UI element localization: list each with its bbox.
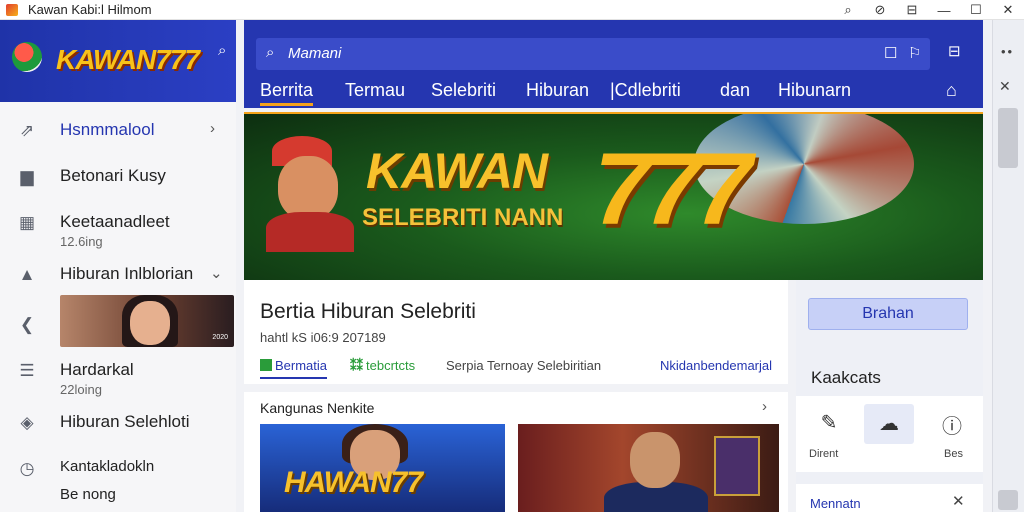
close-icon[interactable]: ✕ [999, 78, 1011, 95]
alert-icon: ▲ [18, 265, 36, 284]
chevron-right-icon: › [210, 120, 215, 137]
tab-celebriti[interactable]: |Cdlebriti [610, 80, 681, 101]
logo-ball-icon [12, 42, 42, 72]
panel-heading: Kaakcats [811, 368, 881, 387]
folder-icon: ▆ [20, 167, 34, 186]
sidebar-item-label: Hiburan Selehloti [60, 412, 190, 431]
banner-subtitle: SELEBRITI NANN [362, 204, 564, 231]
nav-tabs: Berrita Termau Selebriti Hiburan |Cdlebr… [244, 76, 983, 108]
app-icon [6, 3, 18, 16]
info-caption: Bes [944, 448, 963, 460]
card-person-face [630, 432, 680, 488]
tag-serpia[interactable]: Serpia Ternoay Selebiritian [446, 358, 601, 373]
cards-section: Kangunas Nenkite › HAWAN77 [244, 392, 788, 512]
sidebar-item-label: Hsnmmalool [60, 120, 155, 139]
scrollbar-thumb[interactable] [998, 490, 1018, 510]
thumbnail-face [130, 301, 170, 345]
close-icon[interactable]: ✕ [952, 492, 965, 510]
sidebar-item-label: Kantakladokln [60, 458, 155, 475]
sidebar-item-label: Hardarkal [60, 360, 134, 379]
tag-label: tebcrtcts [366, 358, 416, 373]
search-icon: ⌕ [266, 44, 275, 61]
right-scrollbar[interactable]: •• ✕ [992, 20, 1024, 512]
tab-hiburan[interactable]: Hiburan [526, 80, 589, 101]
compass-icon: ◈ [20, 413, 34, 432]
flag-icon[interactable]: ⚐ [908, 44, 921, 62]
arrow-left-icon: ❮ [19, 315, 35, 334]
trending-icon: ⇗ [19, 121, 35, 140]
logo-band: KAWAN777 ⌕ [0, 20, 236, 102]
tab-termau[interactable]: Termau [345, 80, 405, 101]
close-button[interactable]: ✕ [992, 2, 1024, 18]
tab-hibunarn[interactable]: Hibunarn [778, 80, 851, 101]
more-icon[interactable]: •• [1001, 44, 1014, 59]
brahan-button[interactable]: Brahan [808, 298, 968, 330]
chevron-down-icon: ⌄ [210, 265, 223, 282]
sidebar-item-label: Hiburan Inlblorian [60, 264, 194, 283]
main-content: ⌕ Mamani ☐ ⚐ ⊟ Berrita Termau Selebriti … [244, 20, 983, 512]
tag-trending[interactable]: ⁑⁑ tebcrtcts [350, 358, 415, 374]
cards-heading: Kangunas Nenkite [260, 400, 375, 416]
edit-icon[interactable]: ✎ [804, 410, 854, 435]
app-window: Kawan Kabi:l Hilmom ⌕ ⊘ ⊟ — ☐ ✕ KAWAN777… [0, 0, 1024, 512]
scrollbar-thumb[interactable] [998, 108, 1018, 168]
sidebar-item-label: Betonari Kusy [60, 166, 166, 185]
sidebar-thumbnail[interactable]: 2020 [60, 295, 234, 347]
hero-banner[interactable]: KAWAN SELEBRITI NANN 777 [244, 112, 983, 280]
keyboard-icon[interactable]: ⊟ [948, 42, 961, 60]
sidebar-item-sublabel: 12.6ing [60, 234, 103, 249]
jester-head [278, 156, 338, 220]
article-title[interactable]: Bertia Hiburan Selebriti [260, 300, 476, 324]
panel-icon-row: ✎ Dirent ☁ ⓘ Bes [796, 396, 983, 472]
search-icon[interactable]: ⌕ [832, 2, 864, 18]
minimize-button[interactable]: — [928, 3, 960, 18]
right-panel: Brahan Kaakcats ✎ Dirent ☁ ⓘ Bes Mennatn… [796, 280, 983, 512]
timer-icon: ◷ [19, 459, 35, 478]
article-card: Bertia Hiburan Selebriti hahtl kS i06:9 … [244, 280, 788, 384]
window-controls: ⌕ ⊘ ⊟ — ☐ ✕ [832, 0, 1024, 20]
tag-label: Bermatia [275, 358, 328, 373]
top-bar: ⌕ Mamani ☐ ⚐ ⊟ Berrita Termau Selebriti … [244, 20, 983, 108]
list-icon: ☰ [19, 361, 35, 380]
article-meta: hahtl kS i06:9 207189 [260, 330, 386, 345]
sidebar-item-sublabel: 22loing [60, 382, 102, 397]
sidebar-item-label: Keetaanadleet [60, 212, 170, 231]
search-input[interactable]: Mamani [288, 45, 341, 62]
edit-caption: Dirent [809, 448, 839, 460]
chevron-right-icon[interactable]: › [762, 398, 767, 415]
sidebar: KAWAN777 ⌕ ⇗ Hsnmmalool › ▆ Betonari Kus… [0, 20, 236, 512]
card-item[interactable]: HAWAN77 [260, 424, 505, 512]
keyboard-icon[interactable]: ⊟ [896, 2, 928, 18]
chat-icon[interactable]: ☁ [864, 404, 914, 444]
window-title: Kawan Kabi:l Hilmom [28, 2, 152, 17]
info-icon[interactable]: ⓘ [927, 410, 977, 439]
tag-bermatia[interactable]: Bermatia [260, 358, 328, 379]
tab-dan[interactable]: dan [720, 80, 750, 101]
sidebar-search-icon[interactable]: ⌕ [218, 42, 226, 59]
card-item[interactable] [518, 424, 779, 512]
square-icon[interactable]: ☐ [884, 44, 897, 62]
home-icon[interactable]: ⌂ [946, 80, 957, 101]
card-slot-machine [714, 436, 760, 496]
sidebar-item-sublabel: Be nong [60, 486, 116, 503]
tag-nkidan[interactable]: Nkidanbendemarjal [660, 358, 772, 373]
banner-title: KAWAN [366, 143, 548, 199]
check-icon [260, 359, 272, 371]
search-box[interactable]: ⌕ Mamani ☐ ⚐ [256, 38, 930, 70]
card-title: HAWAN77 [284, 466, 423, 499]
maximize-button[interactable]: ☐ [960, 2, 992, 18]
panel-bottom-label[interactable]: Mennatn [810, 496, 861, 511]
banner-jester-figure [262, 136, 354, 252]
stars-icon: ⁑⁑ [350, 358, 363, 373]
no-entry-icon[interactable]: ⊘ [864, 2, 896, 18]
jester-body [266, 212, 354, 252]
panel-bottom-row: Mennatn ✕ [796, 484, 983, 512]
tab-berita[interactable]: Berrita [260, 80, 314, 106]
logo[interactable]: KAWAN777 [56, 44, 200, 76]
tab-selebriti[interactable]: Selebriti [431, 80, 496, 101]
thumbnail-caption: 2020 [212, 334, 228, 341]
grid-icon: ▦ [18, 213, 36, 232]
banner-number: 777 [594, 132, 752, 246]
title-bar: Kawan Kabi:l Hilmom ⌕ ⊘ ⊟ — ☐ ✕ [0, 0, 1024, 20]
